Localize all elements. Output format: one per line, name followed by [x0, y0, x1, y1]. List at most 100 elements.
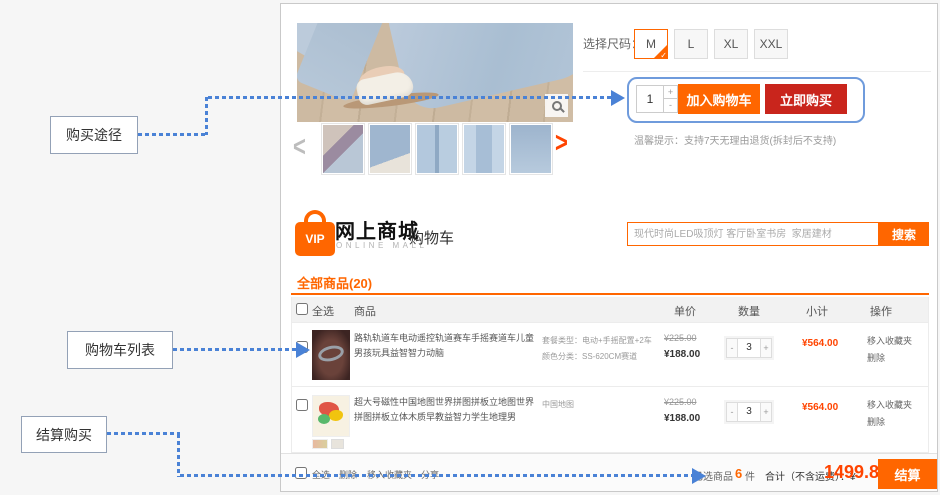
- thumbnail-2[interactable]: [368, 123, 412, 175]
- product-spec: 颜色分类：SS-620CM赛道: [542, 351, 637, 362]
- row-qty-value[interactable]: 3: [738, 338, 760, 358]
- prev-arrow-icon[interactable]: <: [293, 130, 306, 164]
- thumbnail-4[interactable]: [462, 123, 506, 175]
- price-original: ¥225.00: [664, 333, 697, 343]
- selected-check-icon: ✓: [660, 51, 667, 60]
- section-underline: [291, 293, 929, 295]
- size-option-label: L: [688, 37, 695, 51]
- track-ring-shape: [317, 343, 346, 364]
- move-to-favorites-link[interactable]: 移入收藏夹: [867, 398, 912, 411]
- size-option-m[interactable]: M ✓: [634, 29, 668, 59]
- search-input[interactable]: [627, 222, 879, 246]
- cart-table-header: 全选 商品 单价 数量 小计 操作: [292, 297, 928, 322]
- quantity-value[interactable]: 1: [636, 85, 664, 113]
- header-unit-price: 单价: [674, 303, 696, 319]
- thumbnail-3[interactable]: [415, 123, 459, 175]
- row-qty-plus-button[interactable]: +: [760, 402, 772, 422]
- next-arrow-icon[interactable]: >: [555, 126, 568, 160]
- cart-footer-bar: 全选 删除 移入收藏夹 分享 已选商品 6 件 合计（不含运费）：¥ 1499.…: [281, 453, 937, 491]
- annotation-line: [173, 348, 296, 351]
- product-image-mini: [312, 439, 328, 449]
- cart-table: 全选 商品 单价 数量 小计 操作 路轨轨道车电动遥控轨道赛车手摇赛道车儿童男孩…: [291, 297, 929, 453]
- annotation-line: [205, 97, 208, 135]
- product-spec: 套餐类型：电动+手摇配置+2车: [542, 335, 652, 346]
- row-checkbox[interactable]: [296, 399, 308, 411]
- size-option-l[interactable]: L: [674, 29, 708, 59]
- checkout-button[interactable]: 结算: [878, 459, 937, 489]
- magnifier-glyph: [552, 101, 562, 111]
- annotation-label: 结算购买: [36, 425, 92, 445]
- annotation-label: 购物车列表: [85, 340, 155, 360]
- table-row: 路轨轨道车电动遥控轨道赛车手摇赛道车儿童男孩玩具益智智力动脑 套餐类型：电动+手…: [292, 322, 928, 386]
- product-image-map[interactable]: [312, 395, 350, 437]
- cart-section-title: 全部商品(20): [297, 273, 372, 292]
- product-image-mini: [331, 439, 344, 449]
- annotation-checkout: 结算购买: [21, 416, 107, 453]
- quantity-stepper: 1 + -: [636, 85, 678, 113]
- bag-body: VIP: [295, 222, 335, 256]
- return-policy-tip: 温馨提示：支持7天无理由退货(拆封后不支持): [634, 132, 836, 147]
- thumbnail-1[interactable]: [321, 123, 365, 175]
- annotation-line: [208, 96, 612, 99]
- header-quantity: 数量: [738, 303, 760, 319]
- arrow-icon: [296, 342, 310, 358]
- shop-panel: < > 选择尺码： M ✓ L XL XXL 1 + - 加入购物车 立即购买 …: [280, 3, 938, 492]
- page-title: 购物车: [409, 227, 454, 248]
- row-subtotal: ¥564.00: [802, 338, 838, 349]
- price-current: ¥188.00: [664, 349, 700, 360]
- size-option-xl[interactable]: XL: [714, 29, 748, 59]
- arrow-icon: [611, 90, 625, 106]
- header-select-all: 全选: [312, 303, 334, 319]
- size-options: M ✓ L XL XXL: [634, 29, 788, 59]
- selected-items-count: 6: [735, 466, 742, 481]
- price-original: ¥225.00: [664, 397, 697, 407]
- vip-text: VIP: [305, 232, 324, 246]
- row-qty-minus-button[interactable]: -: [726, 402, 738, 422]
- quantity-minus-button[interactable]: -: [664, 99, 678, 113]
- search-button[interactable]: 搜索: [879, 222, 929, 246]
- annotation-line: [138, 133, 207, 136]
- table-row: 超大号磁性中国地图世界拼图拼板立地图世界拼图拼板立体木质早教益智力学生地理男 中…: [292, 386, 928, 452]
- map-shape: [329, 410, 343, 421]
- header-subtotal: 小计: [806, 303, 828, 319]
- footer-select-all-checkbox[interactable]: [295, 467, 307, 479]
- selected-items-unit: 件: [745, 468, 755, 483]
- annotation-purchase-path: 购买途径: [50, 116, 138, 154]
- row-quantity-stepper: - 3 +: [724, 336, 774, 360]
- size-option-xxl[interactable]: XXL: [754, 29, 788, 59]
- header-actions: 操作: [870, 303, 892, 319]
- thumbnail-strip: [321, 123, 553, 175]
- add-to-cart-button[interactable]: 加入购物车: [678, 84, 760, 114]
- map-shape: [318, 414, 330, 424]
- row-qty-minus-button[interactable]: -: [726, 338, 738, 358]
- row-qty-plus-button[interactable]: +: [760, 338, 772, 358]
- mall-name: 网上商城: [335, 215, 419, 244]
- quantity-plus-button[interactable]: +: [664, 85, 678, 99]
- row-qty-value[interactable]: 3: [738, 402, 760, 422]
- row-subtotal: ¥564.00: [802, 402, 838, 413]
- header-product: 商品: [354, 303, 376, 319]
- size-option-label: XXL: [760, 37, 783, 51]
- product-main-image: [297, 23, 573, 122]
- delete-link[interactable]: 删除: [867, 415, 885, 428]
- annotation-line: [107, 432, 180, 435]
- row-quantity-stepper: - 3 +: [724, 400, 774, 424]
- select-all-checkbox[interactable]: [296, 303, 308, 315]
- product-spec: 中国地图: [542, 399, 574, 410]
- price-current: ¥188.00: [664, 413, 700, 424]
- product-image-racetrack[interactable]: [312, 330, 350, 380]
- annotation-line: [180, 474, 692, 477]
- buy-now-button[interactable]: 立即购买: [765, 84, 847, 114]
- arrow-icon: [692, 468, 706, 484]
- product-title[interactable]: 路轨轨道车电动遥控轨道赛车手摇赛道车儿童男孩玩具益智智力动脑: [354, 331, 536, 361]
- product-title[interactable]: 超大号磁性中国地图世界拼图拼板立地图世界拼图拼板立体木质早教益智力学生地理男: [354, 395, 536, 425]
- size-option-label: XL: [724, 37, 739, 51]
- delete-link[interactable]: 删除: [867, 351, 885, 364]
- vip-bag-icon: VIP: [295, 210, 335, 258]
- thumbnail-5[interactable]: [509, 123, 553, 175]
- divider: [583, 71, 931, 72]
- move-to-favorites-link[interactable]: 移入收藏夹: [867, 334, 912, 347]
- annotation-cart-list: 购物车列表: [67, 331, 173, 369]
- annotation-label: 购买途径: [66, 125, 122, 145]
- annotation-line: [177, 434, 180, 477]
